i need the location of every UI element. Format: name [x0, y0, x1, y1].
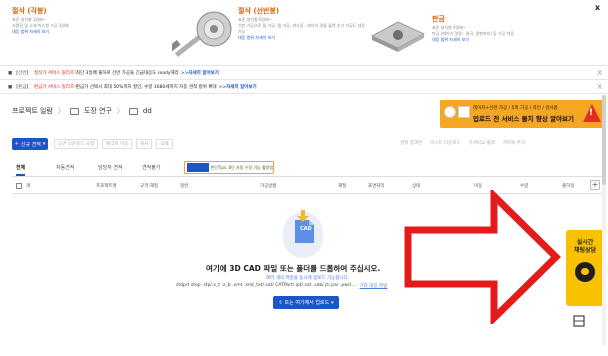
new-estimate-label: 신규 견적 [20, 141, 41, 148]
notice-tag: ■ 【선반】 [8, 71, 31, 76]
download-drawing-button[interactable]: 도면 다운로드 요청 [54, 139, 98, 149]
toolbar-right: 견적 결과번 리스트 다운로드 가격비교 출력 카트에 추가 [400, 140, 525, 146]
chevron-down-icon: ▾ [42, 141, 46, 147]
lathe-part-image [172, 11, 232, 58]
tab-bar: 전체 자동견적 담당자 견적 견적불가 판단Tips: 8단 자동 수정 기능 … [12, 161, 602, 177]
col-project[interactable]: 프로젝트명 [96, 183, 117, 189]
tips-thumbnail [187, 163, 209, 172]
notice-text: 최단 3일배 출하로 선반 가공을 긴급대응도 ready해라 [75, 71, 179, 76]
notice-text: 판금가 선택시 최대 50%까지 할인, 수량 1680세까지 자동 견적 범위… [75, 85, 217, 90]
estimate-result-button[interactable]: 견적 결과번 [400, 140, 423, 146]
banner-col-lathe: 절삭 (선반봉) 표준 설치형 6일배~ 선반 가공으로 둥 가공, 탭 가공,… [238, 6, 365, 41]
gear-icon [444, 106, 456, 118]
notice-bar-sheet: ■ 【판금】 판금가 서비스 릴리즈! 판금가 선택시 최대 50%까지 할인,… [0, 81, 608, 94]
new-estimate-button[interactable]: + 신규 견적 ▾ [12, 138, 48, 150]
col-count: 개 [26, 184, 31, 189]
top-banner: 절삭 (각봉) 표준 설치형 3일배~ 저렴함 및 소재 박스형 가공 3일배 … [0, 0, 608, 66]
tab-auto[interactable]: 자동견적 [56, 164, 74, 171]
tab-all[interactable]: 전체 [16, 164, 26, 176]
breadcrumb-root[interactable]: 프로젝트 일람 [12, 106, 53, 116]
add-column-icon[interactable]: + [590, 180, 600, 190]
cad-label: CAD [300, 226, 312, 232]
toolbar-left: 도면 다운로드 요청 폴더로 이동 복사 삭제 [54, 139, 173, 149]
notice-close-icon[interactable]: X [597, 83, 602, 91]
part-icon [458, 106, 470, 118]
select-all-checkbox[interactable] [16, 183, 22, 189]
promo-title: 업로드 전 서비스 몰치 향상 알아보기 [473, 115, 575, 123]
banner-title: 절삭 (선반봉) [238, 7, 280, 15]
tab-manual[interactable]: 담당자 견적 [98, 164, 123, 171]
col-finish[interactable]: 표면처리 [368, 183, 385, 189]
scrollbar-thumb[interactable] [602, 95, 606, 185]
col-ship-date[interactable]: 출하일 [562, 183, 574, 189]
col-move: 이동 [474, 184, 483, 189]
notice-highlight: 판금가 서비스 릴리즈! [33, 85, 76, 90]
add-to-cart-button[interactable]: 카트에 추가 [502, 140, 525, 146]
notice-tag: ■ 【판금】 [8, 85, 31, 90]
notice-highlight: 절삭가 서비스 릴리즈! [33, 71, 76, 76]
tab-unavailable[interactable]: 견적불가 [142, 164, 160, 171]
breadcrumb-separator: 〉 [57, 107, 65, 115]
banner-close-icon[interactable]: x [595, 3, 600, 12]
move-folder-button[interactable]: 폴더로 이동 [101, 139, 133, 149]
sheet-metal-part-image [371, 21, 425, 52]
notice-link[interactable]: >>자세히 알아보기 [219, 84, 257, 90]
banner-title: 판금 [432, 15, 445, 23]
side-tool-icon[interactable] [572, 314, 586, 328]
notice-link[interactable]: >>자세히 알아보기 [181, 70, 219, 76]
red-arrow-annotation [404, 190, 561, 324]
breadcrumb-folder[interactable]: 도장 연구 [84, 106, 112, 116]
price-compare-button[interactable]: 가격비교 출력 [468, 140, 495, 146]
banner-link[interactable]: 대응 범위 자세히 보기 [12, 29, 69, 35]
folder-icon [69, 107, 79, 115]
copy-button[interactable]: 복사 [136, 139, 153, 149]
upload-button-label: 또는 여기에서 업로드 [284, 300, 330, 306]
upload-hint: 여러 개의 파일을 동시에 업로드 가능합니다. [266, 276, 350, 281]
col-status[interactable]: 상태 [412, 183, 420, 189]
tips-text: 판단Tips: 8단 자동 수정 기능 활용법 [210, 164, 273, 170]
breadcrumb-separator: 〉 [116, 107, 124, 115]
formats-link[interactable]: 기타 대응 파일 [360, 283, 388, 289]
warning-glyph: ! [589, 108, 594, 118]
delete-button[interactable]: 삭제 [156, 139, 173, 149]
chat-bubble-icon [575, 262, 595, 282]
upload-button[interactable]: ⇪ 또는 여기에서 업로드 ▾ [273, 296, 339, 309]
upload-icon: ⇪ [278, 299, 283, 306]
col-part-no: 형번 [180, 184, 189, 189]
breadcrumb-current: dd [142, 107, 152, 115]
col-material[interactable]: 재질 [338, 183, 346, 189]
scrollbar-track[interactable] [602, 95, 606, 345]
upload-formats: stdprt step .stp/.x_t .x_b .xmt .xmt_txt… [176, 283, 387, 289]
tips-notice[interactable]: 판단Tips: 8단 자동 수정 기능 활용법 [184, 161, 274, 174]
notice-close-icon[interactable]: X [597, 69, 602, 77]
plus-icon: + [14, 141, 19, 147]
promo-banner[interactable]: 레이저+선반 가공 / 5축 가공 / 각인 / 검사품 업로드 전 서비스 몰… [440, 100, 604, 128]
list-download-button[interactable]: 리스트 다운로드 [430, 140, 461, 146]
banner-col-sheet: 판금 표준 설치형 4일배~ 판금 (레이어 맛원 · 밀곡, 용펜까지) 등 … [432, 14, 514, 43]
chevron-down-icon: ▾ [331, 299, 334, 306]
upload-caption: 여기에 3D CAD 파일 또는 폴더를 드롭하여 주십시오. [206, 264, 381, 273]
col-method[interactable]: 가공방법 [260, 183, 277, 189]
banner-line: 선반 가공으로 둥 가공, 탭 가공, 피사팅 · 레이어 맛을 플랜 추가 가… [238, 23, 366, 28]
folder-icon [128, 107, 138, 115]
promo-subtitle: 레이저+선반 가공 / 5축 가공 / 각인 / 검사품 [473, 106, 558, 111]
chat-widget[interactable]: 실시간 채팅상담 [566, 230, 604, 306]
col-quantity[interactable]: 수량 [520, 183, 528, 189]
banner-col-milling: 절삭 (각봉) 표준 설치형 3일배~ 저렴함 및 소재 박스형 가공 3일배 … [12, 6, 69, 35]
col-spec[interactable]: 규격·재질 [140, 183, 158, 189]
breadcrumb: 프로젝트 일람 〉 도장 연구 〉 dd [12, 106, 152, 116]
notice-bar-lathe: ■ 【선반】 절삭가 서비스 릴리즈! 최단 3일배 출하로 선반 가공을 긴급… [0, 67, 608, 80]
chat-label-line2: 채팅상담 [573, 247, 597, 254]
banner-link[interactable]: 대응 범위 자세히 보기 [432, 37, 514, 43]
banner-title: 절삭 (각봉) [12, 7, 47, 15]
banner-link[interactable]: 대응 범위 자세히 보기 [238, 35, 365, 41]
formats-list: stdprt step .stp/.x_t .x_b .xmt .xmt_txt… [176, 283, 357, 288]
